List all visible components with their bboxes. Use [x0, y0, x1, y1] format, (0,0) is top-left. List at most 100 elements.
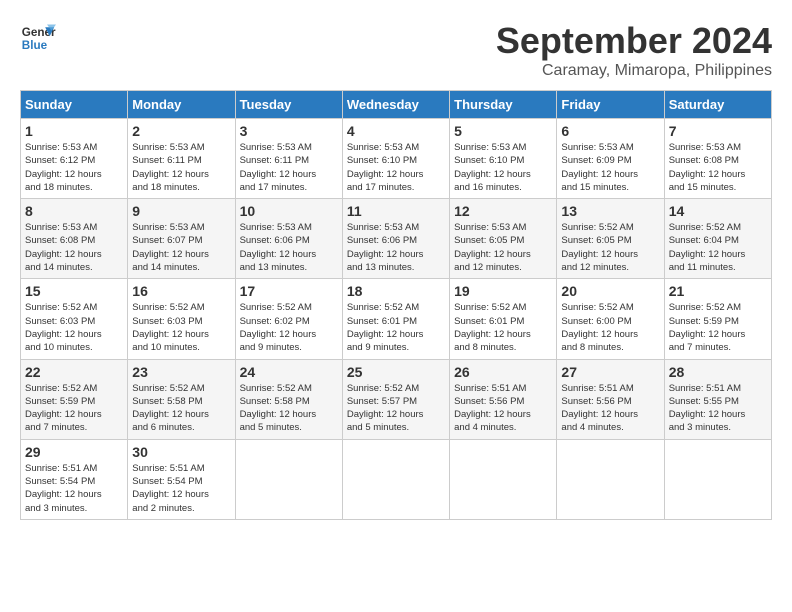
day-cell: 15Sunrise: 5:52 AM Sunset: 6:03 PM Dayli… — [21, 279, 128, 359]
day-cell: 4 Sunrise: 5:53 AM Sunset: 6:10 PM Daylig… — [342, 119, 449, 199]
header-friday: Friday — [557, 91, 664, 119]
day-number: 2 — [132, 123, 230, 139]
day-info: Sunrise: 5:53 AM Sunset: 6:07 PM Dayligh… — [132, 221, 230, 274]
day-cell: 12 Sunrise: 5:53 AM Sunset: 6:05 PM Dayli… — [450, 199, 557, 279]
day-number: 14 — [669, 203, 767, 219]
week-row-3: 15Sunrise: 5:52 AM Sunset: 6:03 PM Dayli… — [21, 279, 772, 359]
day-number: 22 — [25, 364, 123, 380]
day-number: 6 — [561, 123, 659, 139]
day-info: Sunrise: 5:52 AM Sunset: 5:57 PM Dayligh… — [347, 382, 445, 435]
day-cell: 29 Sunrise: 5:51 AM Sunset: 5:54 PM Dayli… — [21, 439, 128, 519]
day-cell: 5 Sunrise: 5:53 AM Sunset: 6:10 PM Daylig… — [450, 119, 557, 199]
day-info: Sunrise: 5:52 AM Sunset: 5:58 PM Dayligh… — [132, 382, 230, 435]
day-number: 16 — [132, 283, 230, 299]
day-number: 4 — [347, 123, 445, 139]
week-row-4: 22 Sunrise: 5:52 AM Sunset: 5:59 PM Dayli… — [21, 359, 772, 439]
day-cell: 24 Sunrise: 5:52 AM Sunset: 5:58 PM Dayli… — [235, 359, 342, 439]
logo: General Blue — [20, 20, 56, 56]
day-number: 29 — [25, 444, 123, 460]
day-number: 26 — [454, 364, 552, 380]
week-row-1: 1 Sunrise: 5:53 AM Sunset: 6:12 PM Daylig… — [21, 119, 772, 199]
day-number: 7 — [669, 123, 767, 139]
day-info: Sunrise: 5:53 AM Sunset: 6:10 PM Dayligh… — [454, 141, 552, 194]
day-number: 18 — [347, 283, 445, 299]
day-cell: 28 Sunrise: 5:51 AM Sunset: 5:55 PM Dayli… — [664, 359, 771, 439]
day-cell — [235, 439, 342, 519]
day-info: Sunrise: 5:53 AM Sunset: 6:08 PM Dayligh… — [25, 221, 123, 274]
day-cell: 18 Sunrise: 5:52 AM Sunset: 6:01 PM Dayli… — [342, 279, 449, 359]
day-number: 20 — [561, 283, 659, 299]
day-cell: 26 Sunrise: 5:51 AM Sunset: 5:56 PM Dayli… — [450, 359, 557, 439]
week-row-5: 29 Sunrise: 5:51 AM Sunset: 5:54 PM Dayli… — [21, 439, 772, 519]
day-cell: 23 Sunrise: 5:52 AM Sunset: 5:58 PM Dayli… — [128, 359, 235, 439]
day-cell: 7Sunrise: 5:53 AM Sunset: 6:08 PM Daylig… — [664, 119, 771, 199]
logo-icon: General Blue — [20, 20, 56, 56]
day-cell — [342, 439, 449, 519]
day-cell: 19 Sunrise: 5:52 AM Sunset: 6:01 PM Dayli… — [450, 279, 557, 359]
day-info: Sunrise: 5:52 AM Sunset: 6:00 PM Dayligh… — [561, 301, 659, 354]
day-info: Sunrise: 5:53 AM Sunset: 6:12 PM Dayligh… — [25, 141, 123, 194]
day-number: 8 — [25, 203, 123, 219]
header-sunday: Sunday — [21, 91, 128, 119]
day-number: 19 — [454, 283, 552, 299]
day-info: Sunrise: 5:51 AM Sunset: 5:54 PM Dayligh… — [132, 462, 230, 515]
day-number: 11 — [347, 203, 445, 219]
day-info: Sunrise: 5:53 AM Sunset: 6:10 PM Dayligh… — [347, 141, 445, 194]
day-info: Sunrise: 5:52 AM Sunset: 6:04 PM Dayligh… — [669, 221, 767, 274]
header-monday: Monday — [128, 91, 235, 119]
header-saturday: Saturday — [664, 91, 771, 119]
day-info: Sunrise: 5:52 AM Sunset: 6:01 PM Dayligh… — [454, 301, 552, 354]
day-info: Sunrise: 5:52 AM Sunset: 5:58 PM Dayligh… — [240, 382, 338, 435]
day-info: Sunrise: 5:51 AM Sunset: 5:54 PM Dayligh… — [25, 462, 123, 515]
header-wednesday: Wednesday — [342, 91, 449, 119]
day-number: 24 — [240, 364, 338, 380]
header-tuesday: Tuesday — [235, 91, 342, 119]
day-number: 30 — [132, 444, 230, 460]
day-number: 3 — [240, 123, 338, 139]
day-number: 13 — [561, 203, 659, 219]
day-info: Sunrise: 5:52 AM Sunset: 5:59 PM Dayligh… — [669, 301, 767, 354]
day-number: 25 — [347, 364, 445, 380]
day-info: Sunrise: 5:52 AM Sunset: 6:02 PM Dayligh… — [240, 301, 338, 354]
day-cell: 20 Sunrise: 5:52 AM Sunset: 6:00 PM Dayli… — [557, 279, 664, 359]
day-cell: 25 Sunrise: 5:52 AM Sunset: 5:57 PM Dayli… — [342, 359, 449, 439]
day-cell: 3 Sunrise: 5:53 AM Sunset: 6:11 PM Daylig… — [235, 119, 342, 199]
day-info: Sunrise: 5:51 AM Sunset: 5:55 PM Dayligh… — [669, 382, 767, 435]
day-cell: 2 Sunrise: 5:53 AM Sunset: 6:11 PM Daylig… — [128, 119, 235, 199]
day-number: 5 — [454, 123, 552, 139]
day-cell: 1 Sunrise: 5:53 AM Sunset: 6:12 PM Daylig… — [21, 119, 128, 199]
day-cell: 22 Sunrise: 5:52 AM Sunset: 5:59 PM Dayli… — [21, 359, 128, 439]
day-number: 1 — [25, 123, 123, 139]
day-number: 9 — [132, 203, 230, 219]
day-cell: 6Sunrise: 5:53 AM Sunset: 6:09 PM Daylig… — [557, 119, 664, 199]
day-cell: 16 Sunrise: 5:52 AM Sunset: 6:03 PM Dayli… — [128, 279, 235, 359]
day-info: Sunrise: 5:52 AM Sunset: 6:03 PM Dayligh… — [25, 301, 123, 354]
day-info: Sunrise: 5:52 AM Sunset: 6:01 PM Dayligh… — [347, 301, 445, 354]
day-number: 23 — [132, 364, 230, 380]
header-thursday: Thursday — [450, 91, 557, 119]
day-cell: 10Sunrise: 5:53 AM Sunset: 6:06 PM Dayli… — [235, 199, 342, 279]
day-cell: 9 Sunrise: 5:53 AM Sunset: 6:07 PM Daylig… — [128, 199, 235, 279]
day-cell — [557, 439, 664, 519]
day-info: Sunrise: 5:52 AM Sunset: 6:05 PM Dayligh… — [561, 221, 659, 274]
day-number: 17 — [240, 283, 338, 299]
calendar: Sunday Monday Tuesday Wednesday Thursday… — [20, 90, 772, 520]
day-cell: 17 Sunrise: 5:52 AM Sunset: 6:02 PM Dayli… — [235, 279, 342, 359]
day-number: 21 — [669, 283, 767, 299]
day-info: Sunrise: 5:51 AM Sunset: 5:56 PM Dayligh… — [454, 382, 552, 435]
day-number: 28 — [669, 364, 767, 380]
day-cell: 11Sunrise: 5:53 AM Sunset: 6:06 PM Dayli… — [342, 199, 449, 279]
day-cell: 21 Sunrise: 5:52 AM Sunset: 5:59 PM Dayli… — [664, 279, 771, 359]
day-info: Sunrise: 5:52 AM Sunset: 5:59 PM Dayligh… — [25, 382, 123, 435]
day-number: 10 — [240, 203, 338, 219]
weekday-header-row: Sunday Monday Tuesday Wednesday Thursday… — [21, 91, 772, 119]
day-info: Sunrise: 5:53 AM Sunset: 6:11 PM Dayligh… — [132, 141, 230, 194]
day-info: Sunrise: 5:53 AM Sunset: 6:11 PM Dayligh… — [240, 141, 338, 194]
day-cell: 27Sunrise: 5:51 AM Sunset: 5:56 PM Dayli… — [557, 359, 664, 439]
svg-text:Blue: Blue — [22, 39, 48, 52]
day-info: Sunrise: 5:53 AM Sunset: 6:05 PM Dayligh… — [454, 221, 552, 274]
day-info: Sunrise: 5:52 AM Sunset: 6:03 PM Dayligh… — [132, 301, 230, 354]
day-number: 12 — [454, 203, 552, 219]
day-cell — [664, 439, 771, 519]
day-cell: 8 Sunrise: 5:53 AM Sunset: 6:08 PM Daylig… — [21, 199, 128, 279]
